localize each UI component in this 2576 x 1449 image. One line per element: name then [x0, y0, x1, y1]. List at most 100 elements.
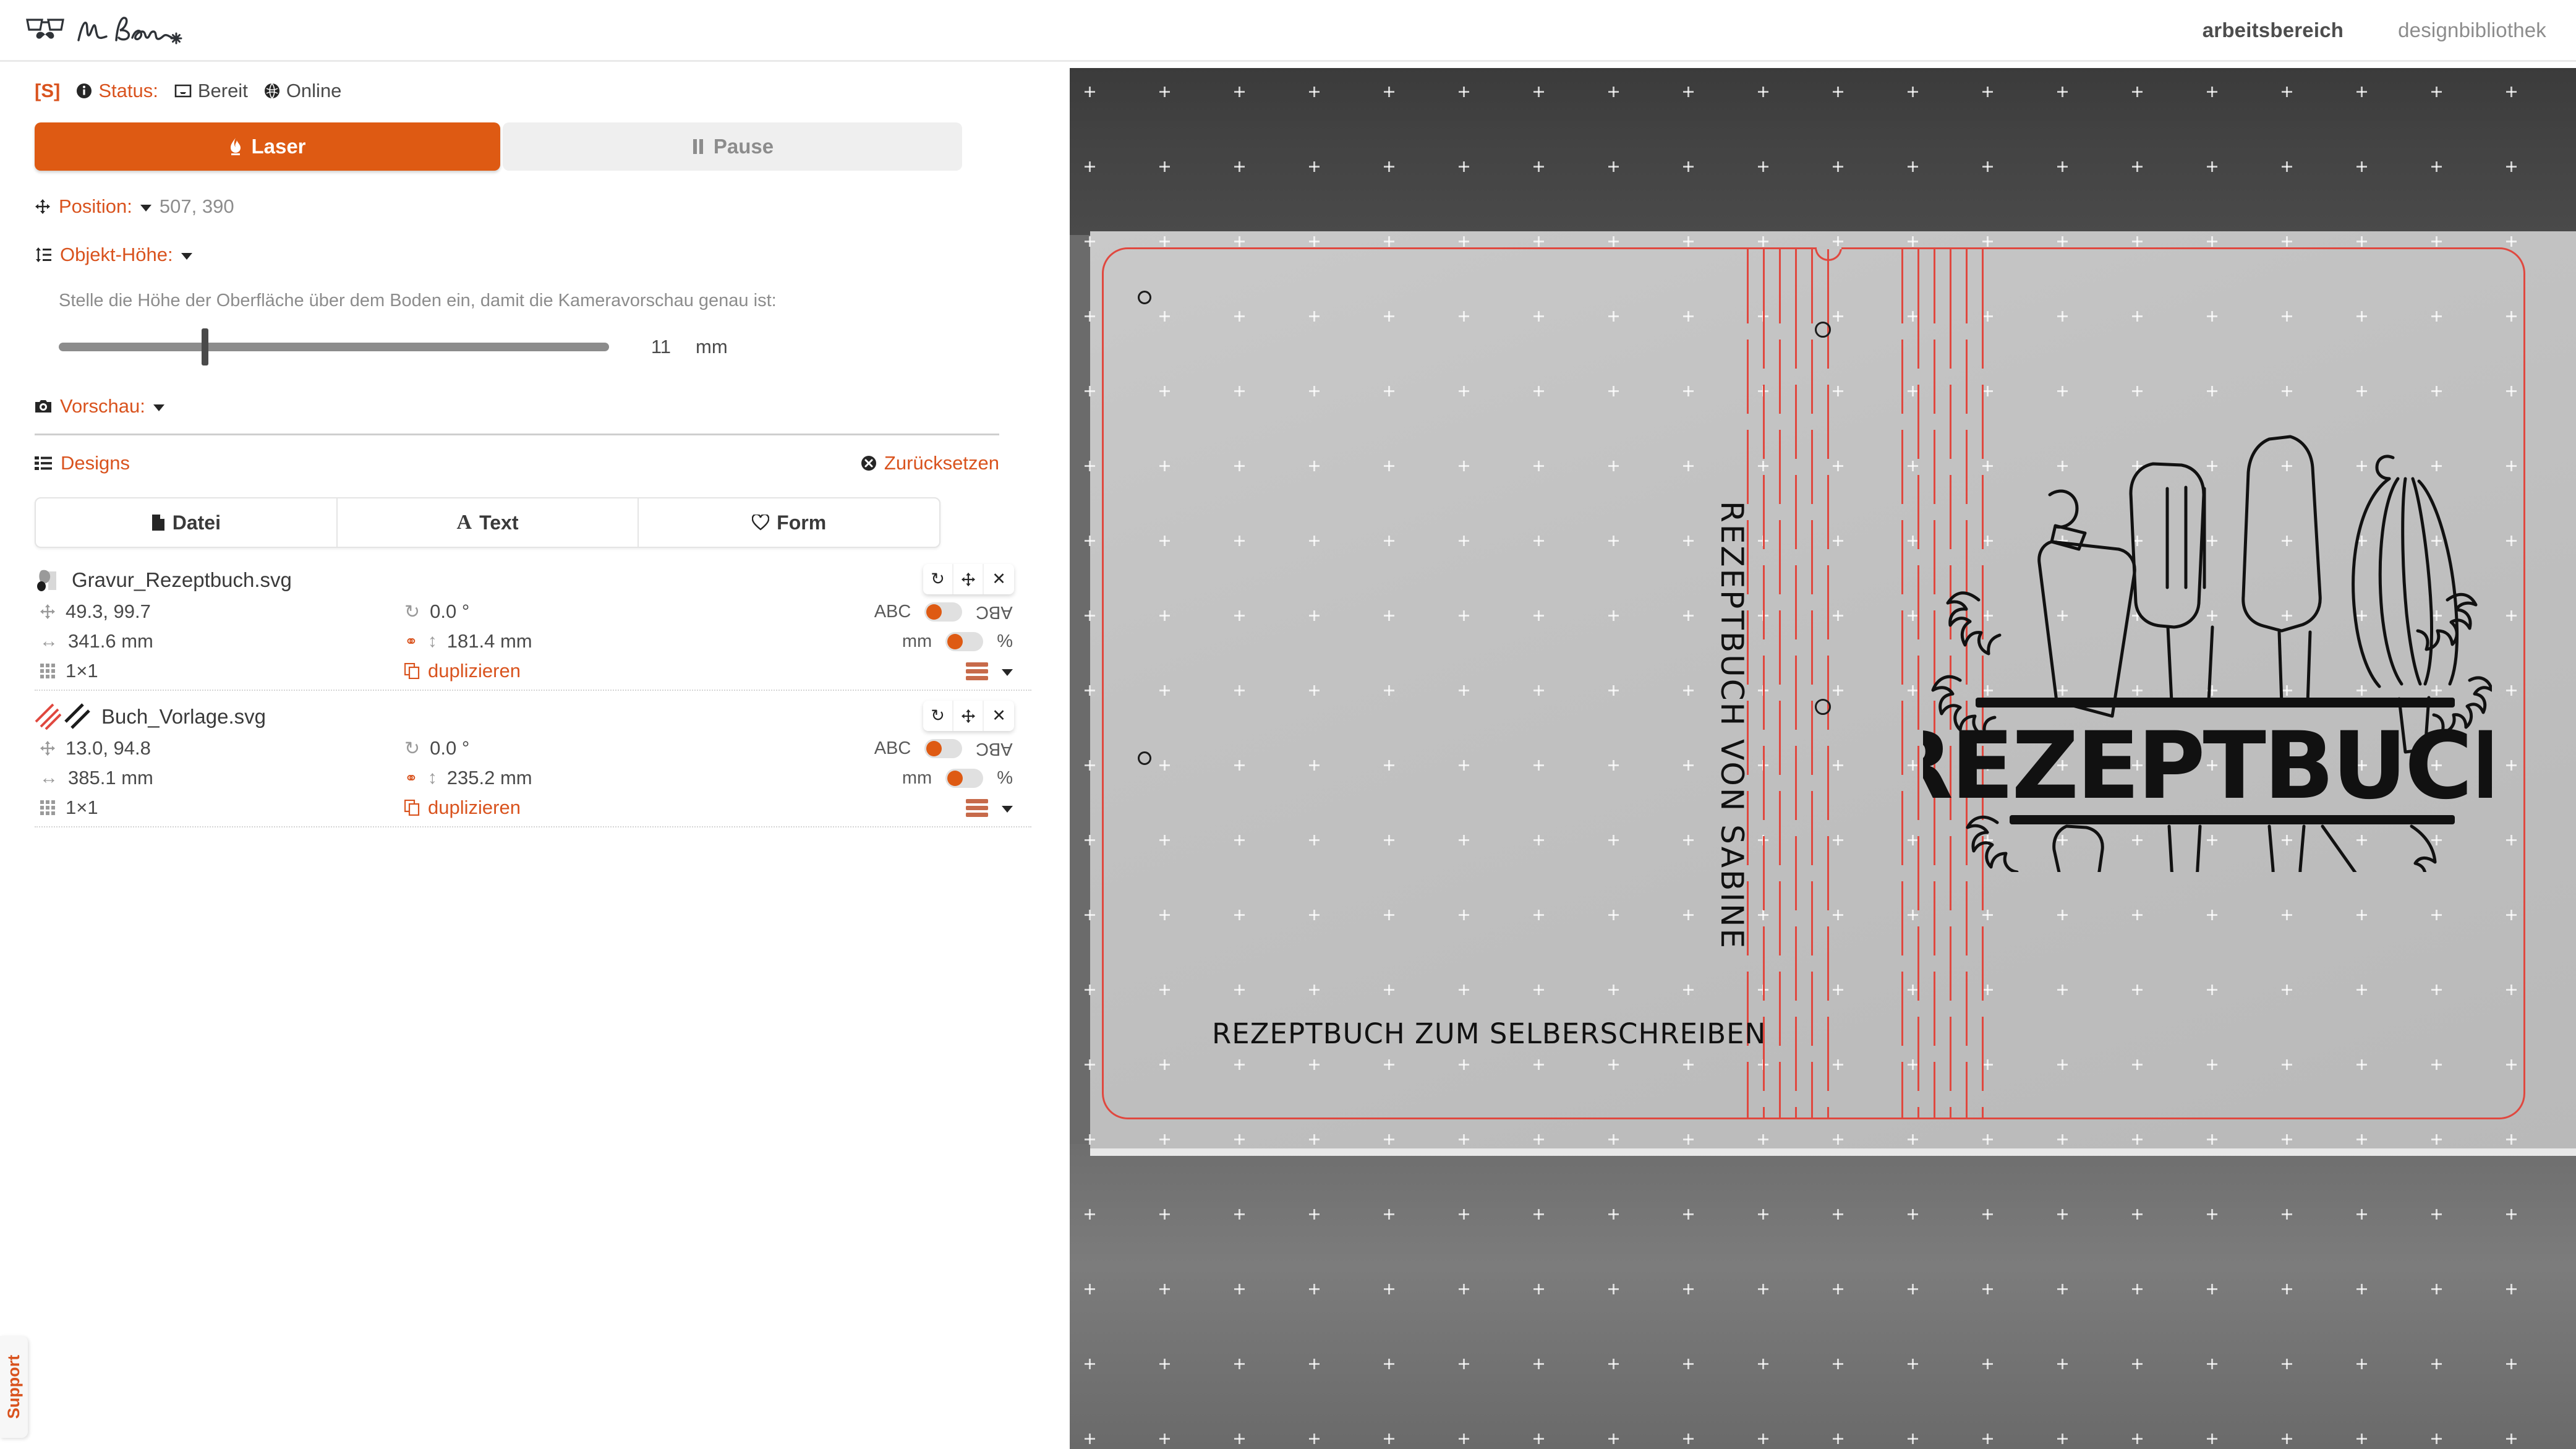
- tab-text[interactable]: A Text: [338, 498, 639, 547]
- laser-button[interactable]: Laser: [35, 122, 500, 171]
- design-height-group[interactable]: ⚭ ↕ 235.2 mm: [404, 767, 695, 789]
- link-chain-icon[interactable]: ⚭: [404, 632, 418, 651]
- tab-form[interactable]: Form: [639, 498, 939, 547]
- grid-cross-marker: [2356, 1284, 2367, 1294]
- preview-row[interactable]: Vorschau:: [35, 395, 1070, 417]
- design-add-tabs: Datei A Text Form: [35, 497, 940, 548]
- toggle-abc-right-label: ABC: [976, 602, 1013, 622]
- design-duplicate-button[interactable]: duplizieren: [404, 660, 695, 682]
- width-arrow-icon: ↔: [40, 631, 58, 651]
- hamburger-menu-icon[interactable]: [966, 662, 988, 680]
- flame-icon: [231, 138, 241, 155]
- rotate-icon[interactable]: ↻: [923, 701, 953, 731]
- nav-arbeitsbereich[interactable]: arbeitsbereich: [2203, 19, 2344, 42]
- grid-cross-marker: [2506, 161, 2517, 172]
- grid-cross-marker: [1533, 236, 1544, 247]
- move-icon[interactable]: [953, 701, 984, 731]
- design-width-group[interactable]: ↔ 341.6 mm: [40, 630, 404, 652]
- grid-cross-marker: [1085, 461, 1095, 471]
- tab-datei-label: Datei: [172, 511, 221, 534]
- close-icon[interactable]: ✕: [984, 701, 1014, 731]
- grid-cross-marker: [1085, 311, 1095, 322]
- grid-cross-marker: [1085, 1434, 1095, 1444]
- design-title-row[interactable]: Gravur_Rezeptbuch.svg: [35, 566, 1031, 593]
- unit-toggle[interactable]: [945, 631, 984, 651]
- grid-cross-marker: [1758, 236, 1768, 247]
- grid-cross-marker: [1758, 1284, 1768, 1294]
- design-size-line: ↔ 385.1 mm ⚭ ↕ 235.2 mm mm %: [35, 767, 1031, 789]
- grid-cross-marker: [1758, 87, 1768, 97]
- toggle-percent-label: %: [997, 767, 1013, 788]
- grid-cross-marker: [1309, 1134, 1320, 1145]
- design-rotation-value: 0.0 °: [430, 601, 470, 622]
- file-icon: [151, 515, 164, 531]
- grid-cross-marker: [1085, 1284, 1095, 1294]
- text-icon: A: [456, 511, 472, 534]
- reset-designs-button[interactable]: Zurücksetzen: [861, 452, 999, 474]
- height-lines-icon: [36, 247, 51, 262]
- grid-cross-marker: [1683, 161, 1694, 172]
- design-multiply-group[interactable]: 1×1: [40, 797, 404, 819]
- design-multiply-value: 1×1: [66, 660, 98, 682]
- support-tab[interactable]: Support: [0, 1336, 28, 1438]
- laser-button-label: Laser: [251, 135, 306, 158]
- tab-datei[interactable]: Datei: [36, 498, 338, 547]
- grid-cross-marker: [1908, 161, 1918, 172]
- design-multiply-line: 1×1 duplizieren: [35, 797, 1031, 819]
- grid-cross-marker: [1683, 1209, 1694, 1220]
- grid-cross-marker: [1234, 1209, 1245, 1220]
- grid-cross-marker: [1908, 1359, 1918, 1369]
- grid-cross-marker: [2057, 161, 2068, 172]
- design-height-group[interactable]: ⚭ ↕ 181.4 mm: [404, 630, 695, 652]
- hamburger-menu-icon[interactable]: [966, 798, 988, 817]
- reset-label: Zurücksetzen: [884, 452, 999, 474]
- design-rotation-group[interactable]: ↻ 0.0 °: [404, 737, 695, 759]
- grid-cross-marker: [1459, 1134, 1469, 1145]
- design-size-line: ↔ 341.6 mm ⚭ ↕ 181.4 mm mm %: [35, 630, 1031, 652]
- move-icon[interactable]: [953, 564, 984, 594]
- unit-toggle[interactable]: [945, 768, 984, 788]
- designs-title-group[interactable]: Designs: [35, 452, 130, 474]
- pause-button[interactable]: Pause: [502, 122, 962, 171]
- grid-cross-marker: [1085, 985, 1095, 995]
- status-label-group[interactable]: Status:: [76, 80, 158, 102]
- grid-cross-marker: [1159, 1359, 1170, 1369]
- design-rotation-value: 0.0 °: [430, 737, 470, 759]
- brand-logo[interactable]: [0, 13, 184, 48]
- design-position-group[interactable]: 49.3, 99.7: [40, 601, 404, 623]
- grid-cross-marker: [2207, 1434, 2217, 1444]
- design-duplicate-button[interactable]: duplizieren: [404, 797, 695, 819]
- position-label: Position:: [59, 195, 132, 217]
- object-height-row[interactable]: Objekt-Höhe:: [35, 244, 1070, 266]
- grid-cross-marker: [1608, 1209, 1619, 1220]
- grid-cross-marker: [1085, 236, 1095, 247]
- grid-cross-marker: [1459, 1434, 1469, 1444]
- design-width-group[interactable]: ↔ 385.1 mm: [40, 767, 404, 789]
- design-title-row[interactable]: Buch_Vorlage.svg: [35, 703, 1031, 730]
- tab-text-label: Text: [479, 511, 519, 534]
- design-position-group[interactable]: 13.0, 94.8: [40, 737, 404, 759]
- perforation-line: [1763, 249, 1765, 1118]
- grid-cross-marker: [2431, 1134, 2442, 1145]
- design-multiply-group[interactable]: 1×1: [40, 660, 404, 682]
- workspace-camera-preview[interactable]: REZEPTBUCH VON SABINE REZEPTBUCH ZUM SEL…: [1070, 68, 2576, 1449]
- rotate-icon[interactable]: ↻: [923, 564, 953, 594]
- slider-handle[interactable]: [202, 328, 209, 365]
- position-row[interactable]: Position: 507, 390: [35, 195, 1070, 218]
- grid-cross-marker: [1234, 87, 1245, 97]
- grid-cross-marker: [1533, 87, 1544, 97]
- grid-cross-marker: [2356, 87, 2367, 97]
- status-shortcut-badge: [S]: [35, 80, 61, 101]
- grid-cross-marker: [1683, 1134, 1694, 1145]
- link-chain-icon[interactable]: ⚭: [404, 769, 418, 788]
- mirror-text-toggle[interactable]: [924, 738, 963, 758]
- mirror-text-toggle[interactable]: [924, 602, 963, 622]
- spine-engraving-text: REZEPTBUCH VON SABINE: [1714, 501, 1750, 951]
- design-thumbnail-group: [35, 703, 91, 730]
- object-height-slider[interactable]: [59, 328, 609, 365]
- design-menu-group[interactable]: [695, 798, 1031, 817]
- design-menu-group[interactable]: [695, 662, 1031, 680]
- design-rotation-group[interactable]: ↻ 0.0 °: [404, 601, 695, 623]
- nav-designbibliothek[interactable]: designbibliothek: [2398, 19, 2546, 42]
- close-icon[interactable]: ✕: [984, 564, 1014, 594]
